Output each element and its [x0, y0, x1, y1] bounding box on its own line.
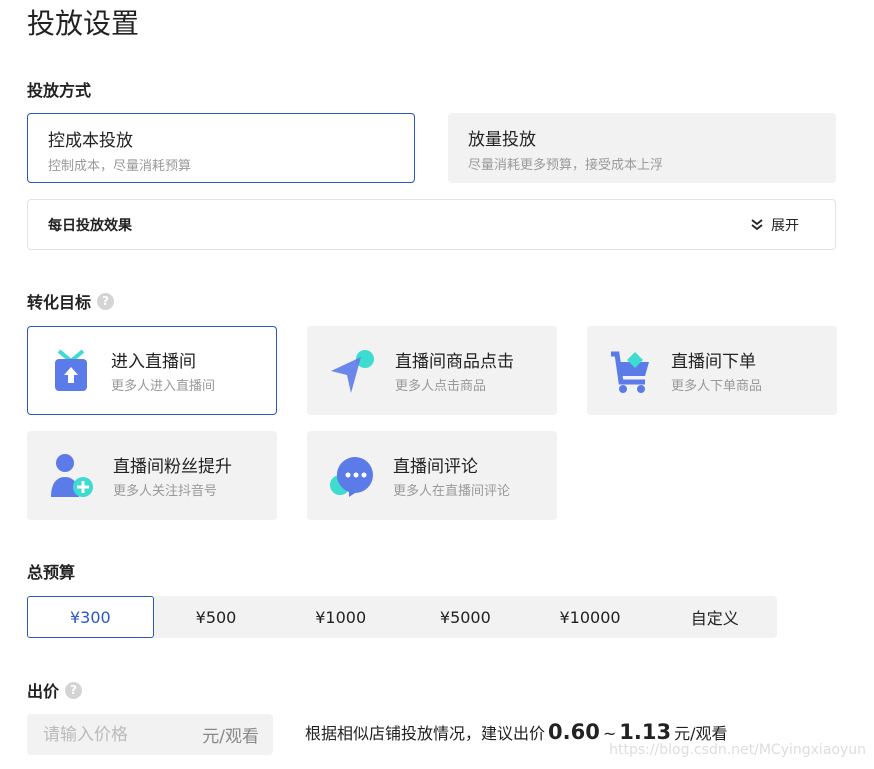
price-field: 元/观看 — [27, 714, 273, 755]
add-user-icon — [51, 453, 93, 497]
target-desc: 更多人点击商品 — [395, 379, 487, 394]
mode-title: 放量投放 — [468, 130, 536, 150]
target-title: 进入直播间 — [111, 352, 196, 372]
suggest-sep: ~ — [602, 724, 617, 743]
cursor-icon — [331, 349, 374, 393]
target-title: 直播间粉丝提升 — [113, 457, 232, 477]
watermark: https://blog.csdn.net/MCyingxiaoyun — [609, 742, 866, 758]
bid-suggestion: 根据相似店铺投放情况，建议出价 0.60 ~ 1.13 元/观看 — [305, 720, 727, 744]
target-label: 转化目标 — [27, 293, 92, 312]
price-unit: 元/观看 — [202, 727, 259, 747]
target-title: 直播间商品点击 — [395, 352, 514, 372]
expand-label: 展开 — [771, 217, 799, 234]
help-icon[interactable]: ? — [97, 292, 115, 310]
budget-section-label: 总预算 — [27, 559, 75, 583]
mode-desc: 尽量消耗更多预算，接受成本上浮 — [468, 158, 664, 173]
target-comment[interactable]: 直播间评论更多人在直播间评论 — [307, 431, 557, 520]
mode-section-label: 投放方式 — [27, 77, 91, 101]
target-title: 直播间评论 — [393, 457, 478, 477]
budget-option-1000[interactable]: ¥1000 — [278, 596, 403, 638]
tv-icon — [55, 348, 87, 391]
target-product-click[interactable]: 直播间商品点击更多人点击商品 — [307, 326, 557, 415]
target-enter-room[interactable]: 进入直播间更多人进入直播间 — [27, 326, 277, 415]
target-order[interactable]: 直播间下单更多人下单商品 — [587, 326, 837, 415]
target-fans[interactable]: 直播间粉丝提升更多人关注抖音号 — [27, 431, 277, 520]
cart-icon — [611, 351, 649, 393]
daily-effect-panel: 每日投放效果 展开 — [27, 199, 836, 250]
mode-desc: 控制成本，尽量消耗预算 — [48, 159, 192, 174]
comment-icon — [330, 456, 373, 497]
budget-option-custom[interactable]: 自定义 — [652, 596, 777, 638]
target-title: 直播间下单 — [671, 352, 756, 372]
target-desc: 更多人下单商品 — [671, 379, 763, 394]
budget-option-500[interactable]: ¥500 — [154, 596, 279, 638]
target-desc: 更多人在直播间评论 — [393, 484, 511, 499]
bid-section-label: 出价? — [27, 678, 83, 702]
price-input[interactable] — [43, 724, 183, 745]
suggest-min: 0.60 — [548, 720, 600, 744]
bid-label: 出价 — [27, 682, 60, 701]
mode-cost-control[interactable]: 控成本投放 控制成本，尽量消耗预算 — [27, 113, 415, 183]
daily-effect-label: 每日投放效果 — [48, 217, 132, 234]
page-title: 投放设置 — [27, 7, 140, 40]
budget-selector: ¥300 ¥500 ¥1000 ¥5000 ¥10000 自定义 — [27, 596, 777, 638]
budget-option-5000[interactable]: ¥5000 — [403, 596, 528, 638]
target-section-label: 转化目标? — [27, 289, 115, 313]
suggest-max: 1.13 — [619, 720, 672, 744]
target-desc: 更多人进入直播间 — [111, 379, 216, 394]
help-icon[interactable]: ? — [65, 681, 83, 699]
budget-label: 总预算 — [27, 563, 76, 582]
mode-volume[interactable]: 放量投放 尽量消耗更多预算，接受成本上浮 — [448, 113, 836, 183]
expand-button[interactable]: 展开 — [751, 215, 799, 235]
target-desc: 更多人关注抖音号 — [113, 484, 218, 499]
mode-label: 投放方式 — [27, 81, 92, 100]
budget-option-300[interactable]: ¥300 — [27, 596, 154, 638]
budget-option-10000[interactable]: ¥10000 — [528, 596, 653, 638]
double-chevron-down-icon — [751, 218, 763, 230]
suggest-prefix: 根据相似店铺投放情况，建议出价 — [305, 724, 546, 743]
mode-title: 控成本投放 — [48, 131, 133, 151]
suggest-unit: 元/观看 — [674, 724, 728, 743]
